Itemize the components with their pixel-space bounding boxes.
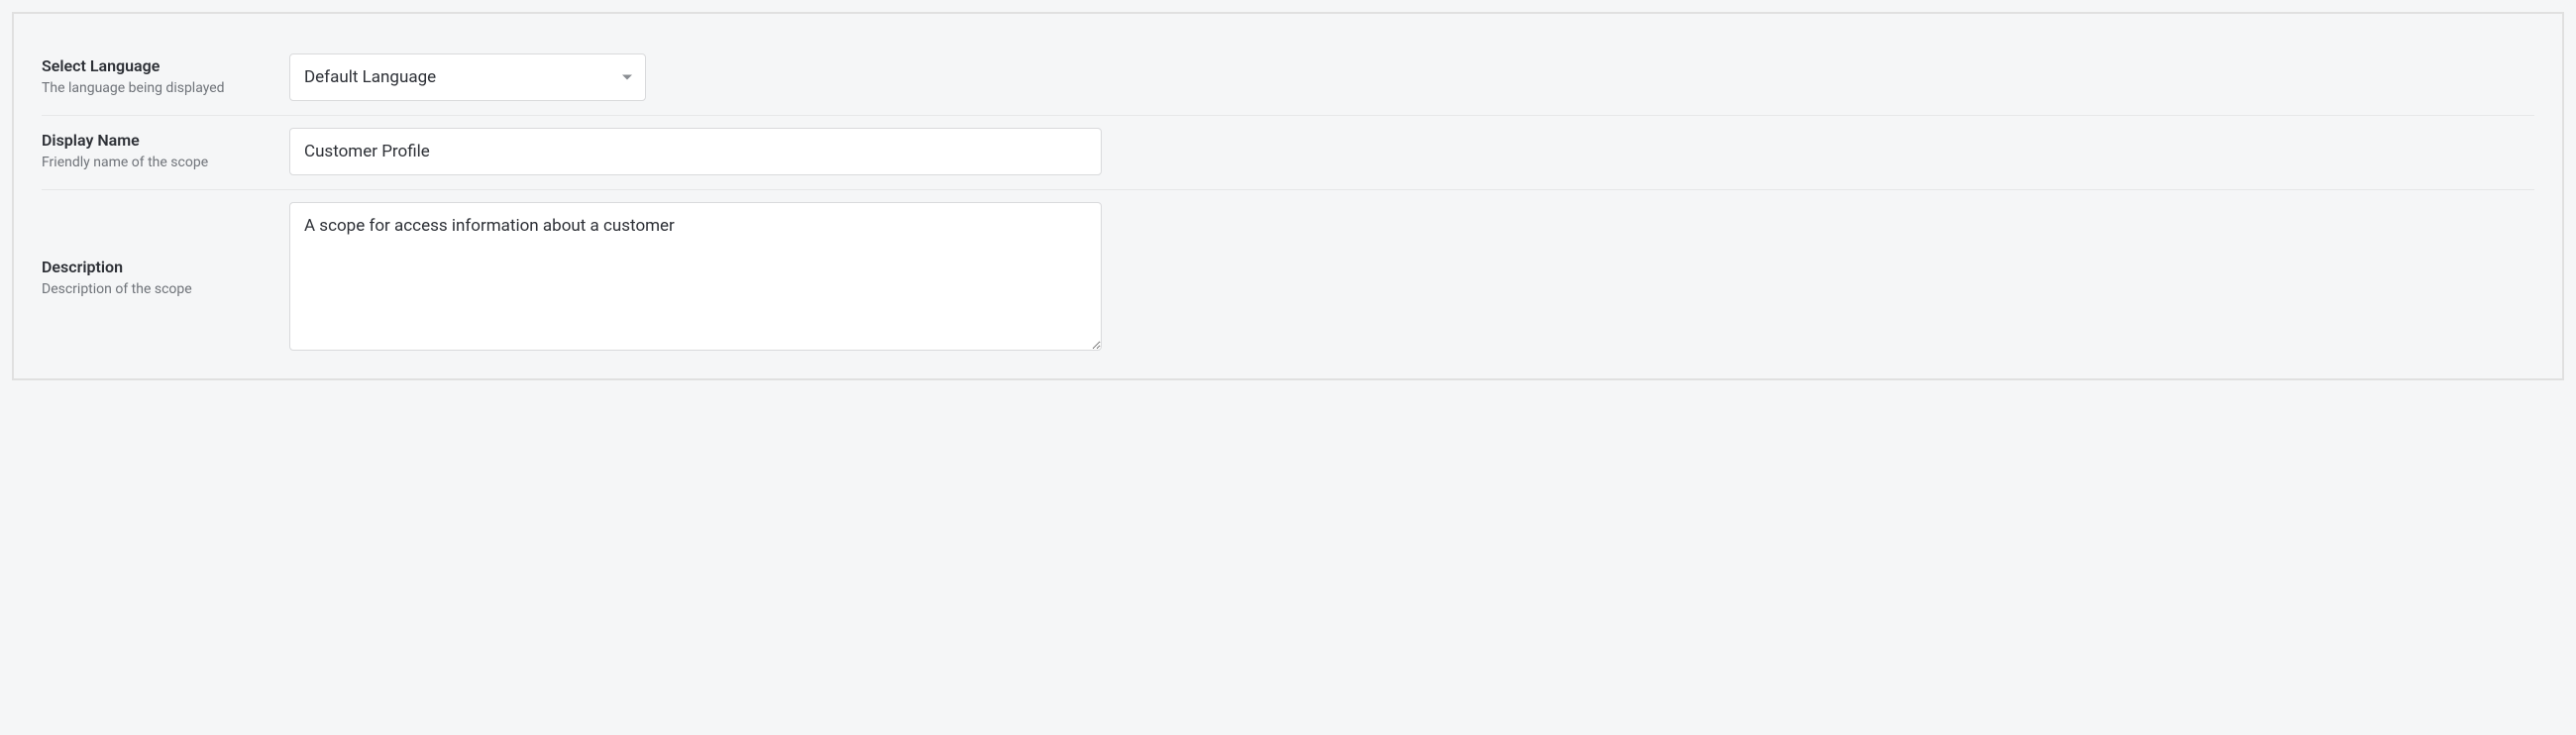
sublabel-select-language: The language being displayed bbox=[42, 79, 273, 99]
form-panel: Select Language The language being displ… bbox=[12, 12, 2564, 380]
row-description: Description Description of the scope bbox=[42, 190, 2534, 355]
label-display-name: Display Name bbox=[42, 130, 273, 152]
row-display-name: Display Name Friendly name of the scope bbox=[42, 116, 2534, 190]
label-col-language: Select Language The language being displ… bbox=[42, 55, 289, 99]
control-col-display-name bbox=[289, 128, 1102, 175]
sublabel-display-name: Friendly name of the scope bbox=[42, 154, 273, 173]
label-description: Description bbox=[42, 257, 273, 278]
control-col-description bbox=[289, 202, 1102, 355]
language-select-wrap: Default Language bbox=[289, 53, 646, 101]
language-select[interactable]: Default Language bbox=[289, 53, 646, 101]
control-col-language: Default Language bbox=[289, 53, 1102, 101]
label-select-language: Select Language bbox=[42, 55, 273, 77]
description-textarea[interactable] bbox=[289, 202, 1102, 351]
sublabel-description: Description of the scope bbox=[42, 280, 273, 300]
row-select-language: Select Language The language being displ… bbox=[42, 42, 2534, 116]
display-name-input[interactable] bbox=[289, 128, 1102, 175]
label-col-display-name: Display Name Friendly name of the scope bbox=[42, 130, 289, 173]
label-col-description: Description Description of the scope bbox=[42, 257, 289, 300]
